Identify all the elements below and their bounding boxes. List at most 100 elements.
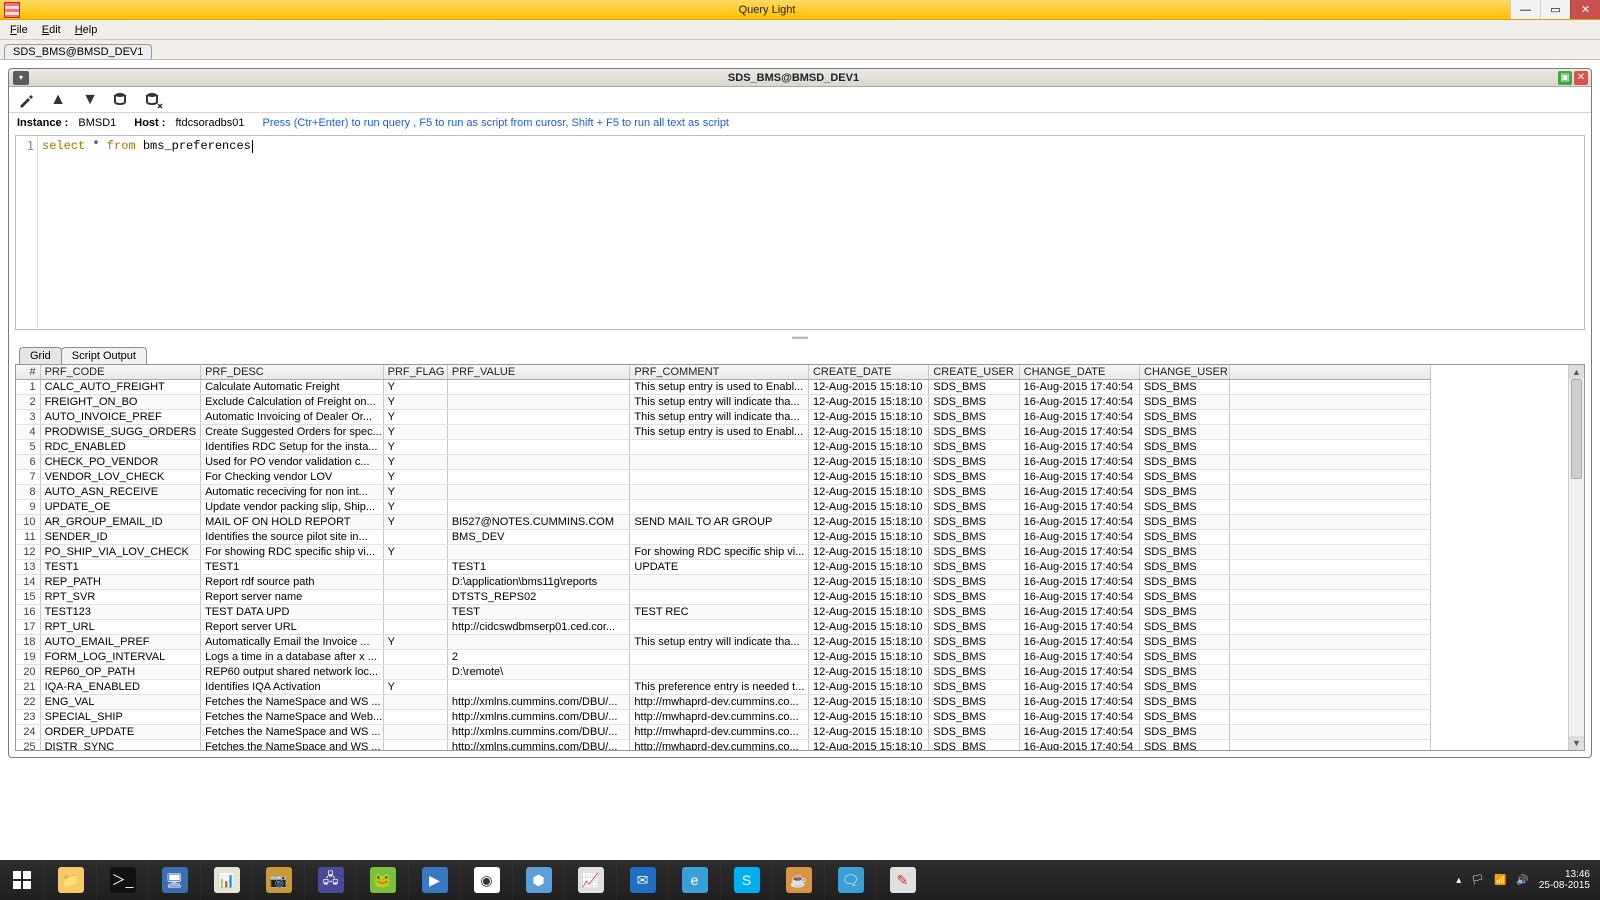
cell-cdate[interactable]: 12-Aug-2015 15:18:10 xyxy=(808,440,928,455)
cell-desc[interactable]: Report server name xyxy=(201,590,384,605)
cell-comment[interactable] xyxy=(630,530,809,545)
vertical-scrollbar[interactable]: ▲ ▼ xyxy=(1568,365,1584,750)
cell-desc[interactable]: Logs a time in a database after x ... xyxy=(201,650,384,665)
cell-cdate[interactable]: 12-Aug-2015 15:18:10 xyxy=(808,680,928,695)
cell-comment[interactable] xyxy=(630,590,809,605)
cell-code[interactable]: VENDOR_LOV_CHECK xyxy=(40,470,201,485)
cell-comment[interactable]: This setup entry will indicate tha... xyxy=(630,395,809,410)
cell-value[interactable]: D:\remote\ xyxy=(447,665,630,680)
cell-value[interactable] xyxy=(447,680,630,695)
cell-code[interactable]: ORDER_UPDATE xyxy=(40,725,201,740)
table-row[interactable]: 22ENG_VALFetches the NameSpace and WS ..… xyxy=(16,695,1431,710)
cell-chdate[interactable]: 16-Aug-2015 17:40:54 xyxy=(1019,605,1139,620)
cell-value[interactable]: DTSTS_REPS02 xyxy=(447,590,630,605)
cell-flag[interactable]: Y xyxy=(383,425,447,440)
cell-desc[interactable]: TEST1 xyxy=(201,560,384,575)
cell-flag[interactable] xyxy=(383,725,447,740)
cell-value[interactable] xyxy=(447,425,630,440)
cell-comment[interactable]: This preference entry is needed t... xyxy=(630,680,809,695)
cell-chdate[interactable]: 16-Aug-2015 17:40:54 xyxy=(1019,560,1139,575)
tray-flag-icon[interactable]: 🏳 xyxy=(1471,875,1484,886)
cell-value[interactable] xyxy=(447,380,630,395)
cell-chuser[interactable]: SDS_BMS xyxy=(1140,440,1230,455)
cell-chdate[interactable]: 16-Aug-2015 17:40:54 xyxy=(1019,620,1139,635)
cell-cuser[interactable]: SDS_BMS xyxy=(929,650,1019,665)
cell-chdate[interactable]: 16-Aug-2015 17:40:54 xyxy=(1019,710,1139,725)
cell-flag[interactable]: Y xyxy=(383,395,447,410)
cell-desc[interactable]: Create Suggested Orders for spec... xyxy=(201,425,384,440)
table-row[interactable]: 23SPECIAL_SHIPFetches the NameSpace and … xyxy=(16,710,1431,725)
cell-desc[interactable]: Report server URL xyxy=(201,620,384,635)
col-change-date[interactable]: CHANGE_DATE xyxy=(1019,365,1139,380)
cell-cdate[interactable]: 12-Aug-2015 15:18:10 xyxy=(808,650,928,665)
cell-cdate[interactable]: 12-Aug-2015 15:18:10 xyxy=(808,605,928,620)
cell-comment[interactable]: This setup entry will indicate tha... xyxy=(630,410,809,425)
taskbar-app-icon-6[interactable]: ▶ xyxy=(408,860,460,900)
cell-extra[interactable] xyxy=(1230,650,1431,665)
cell-extra[interactable] xyxy=(1230,710,1431,725)
cell-cuser[interactable]: SDS_BMS xyxy=(929,605,1019,620)
col-prf-code[interactable]: PRF_CODE xyxy=(40,365,201,380)
cell-value[interactable]: http://xmlns.cummins.com/DBU/... xyxy=(447,740,630,751)
cell-desc[interactable]: Fetches the NameSpace and WS ... xyxy=(201,725,384,740)
cell-cdate[interactable]: 12-Aug-2015 15:18:10 xyxy=(808,725,928,740)
cell-comment[interactable]: http://mwhaprd-dev.cummins.co... xyxy=(630,725,809,740)
cell-code[interactable]: ENG_VAL xyxy=(40,695,201,710)
taskbar-app-icon-5[interactable]: 🐸 xyxy=(356,860,408,900)
cell-cdate[interactable]: 12-Aug-2015 15:18:10 xyxy=(808,695,928,710)
cell-code[interactable]: TEST1 xyxy=(40,560,201,575)
cell-comment[interactable]: For showing RDC specific ship vi... xyxy=(630,545,809,560)
start-button[interactable] xyxy=(0,860,44,900)
cell-chuser[interactable]: SDS_BMS xyxy=(1140,695,1230,710)
cell-code[interactable]: IQA-RA_ENABLED xyxy=(40,680,201,695)
col-prf-value[interactable]: PRF_VALUE xyxy=(447,365,630,380)
cell-chdate[interactable]: 16-Aug-2015 17:40:54 xyxy=(1019,725,1139,740)
cell-cdate[interactable]: 12-Aug-2015 15:18:10 xyxy=(808,545,928,560)
table-row[interactable]: 25DISTR_SYNCFetches the NameSpace and WS… xyxy=(16,740,1431,751)
cell-cdate[interactable]: 12-Aug-2015 15:18:10 xyxy=(808,575,928,590)
cell-value[interactable]: 2 xyxy=(447,650,630,665)
cell-comment[interactable] xyxy=(630,620,809,635)
cell-chdate[interactable]: 16-Aug-2015 17:40:54 xyxy=(1019,515,1139,530)
cell-chuser[interactable]: SDS_BMS xyxy=(1140,470,1230,485)
cell-flag[interactable] xyxy=(383,575,447,590)
cell-desc[interactable]: Calculate Automatic Freight xyxy=(201,380,384,395)
cell-code[interactable]: AUTO_EMAIL_PREF xyxy=(40,635,201,650)
cell-chdate[interactable]: 16-Aug-2015 17:40:54 xyxy=(1019,485,1139,500)
database-rollback-icon[interactable] xyxy=(145,91,163,109)
cell-cuser[interactable]: SDS_BMS xyxy=(929,425,1019,440)
cell-value[interactable] xyxy=(447,545,630,560)
cell-code[interactable]: RPT_URL xyxy=(40,620,201,635)
cell-comment[interactable]: TEST REC xyxy=(630,605,809,620)
cell-desc[interactable]: Automatically Email the Invoice ... xyxy=(201,635,384,650)
cell-code[interactable]: PO_SHIP_VIA_LOV_CHECK xyxy=(40,545,201,560)
cell-flag[interactable]: Y xyxy=(383,545,447,560)
cell-code[interactable]: PRODWISE_SUGG_ORDERS xyxy=(40,425,201,440)
cell-desc[interactable]: Fetches the NameSpace and Web... xyxy=(201,710,384,725)
cell-desc[interactable]: Used for PO vendor validation c... xyxy=(201,455,384,470)
cell-chuser[interactable]: SDS_BMS xyxy=(1140,620,1230,635)
cell-value[interactable] xyxy=(447,485,630,500)
col-create-user[interactable]: CREATE_USER xyxy=(929,365,1019,380)
cell-code[interactable]: REP_PATH xyxy=(40,575,201,590)
taskbar-app-icon-1[interactable]: 🖥 xyxy=(148,860,200,900)
cell-desc[interactable]: REP60 output shared network loc... xyxy=(201,665,384,680)
taskbar-app-icon-7[interactable]: ⬢ xyxy=(512,860,564,900)
cell-desc[interactable]: Update vendor packing slip, Ship... xyxy=(201,500,384,515)
cell-cdate[interactable]: 12-Aug-2015 15:18:10 xyxy=(808,500,928,515)
sql-editor[interactable]: 1 select * from bms_preferences xyxy=(15,135,1585,330)
cell-comment[interactable] xyxy=(630,665,809,680)
cell-cdate[interactable]: 12-Aug-2015 15:18:10 xyxy=(808,395,928,410)
taskbar-app-icon-8[interactable]: 📈 xyxy=(564,860,616,900)
cell-flag[interactable]: Y xyxy=(383,635,447,650)
cell-value[interactable]: http://xmlns.cummins.com/DBU/... xyxy=(447,725,630,740)
cell-code[interactable]: TEST123 xyxy=(40,605,201,620)
arrow-up-icon[interactable]: ▲ xyxy=(49,91,67,109)
cell-flag[interactable]: Y xyxy=(383,380,447,395)
cell-chdate[interactable]: 16-Aug-2015 17:40:54 xyxy=(1019,680,1139,695)
cell-comment[interactable]: http://mwhaprd-dev.cummins.co... xyxy=(630,695,809,710)
col-prf-desc[interactable]: PRF_DESC xyxy=(201,365,384,380)
cell-comment[interactable] xyxy=(630,440,809,455)
cell-chdate[interactable]: 16-Aug-2015 17:40:54 xyxy=(1019,635,1139,650)
table-row[interactable]: 18AUTO_EMAIL_PREFAutomatically Email the… xyxy=(16,635,1431,650)
